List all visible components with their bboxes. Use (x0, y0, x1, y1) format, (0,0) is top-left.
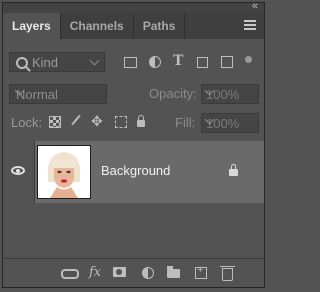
chevron-down-icon (89, 55, 100, 66)
lock-row: Lock: ✥ Fill: 100% (3, 111, 264, 135)
lock-transparent-pixels-icon[interactable] (49, 116, 61, 128)
visibility-toggle[interactable] (3, 141, 35, 203)
filter-toggle-icon[interactable] (245, 56, 252, 63)
layer-row[interactable]: Background (3, 141, 264, 203)
opacity-label: Opacity: (149, 86, 197, 101)
tab-channels[interactable]: Channels (61, 13, 134, 39)
lock-all-icon[interactable] (137, 115, 145, 127)
adjustment-layer-filter-icon[interactable] (149, 56, 161, 68)
eye-icon (11, 166, 25, 175)
new-adjustment-icon[interactable] (142, 267, 154, 279)
panel-tab-bar: Layers Channels Paths (3, 13, 264, 39)
layer-name[interactable]: Background (101, 163, 170, 178)
panel-top-strip: « (3, 0, 264, 13)
new-group-icon[interactable] (167, 266, 180, 278)
panel-menu-icon[interactable] (244, 20, 256, 30)
type-layer-filter-icon[interactable]: T (173, 53, 183, 69)
layer-thumbnail (37, 145, 91, 199)
filter-kind-dropdown[interactable]: Kind (9, 52, 105, 72)
blend-row: Normal Opacity: 100% (3, 82, 264, 106)
fill-label: Fill: (175, 115, 196, 130)
lock-position-icon[interactable]: ✥ (91, 113, 103, 130)
tab-paths[interactable]: Paths (134, 13, 186, 39)
layers-list: Background (3, 135, 264, 253)
filter-row: Kind T (3, 50, 264, 74)
shape-layer-filter-icon[interactable] (197, 57, 208, 68)
add-mask-icon[interactable] (113, 267, 126, 277)
filter-kind-label: Kind (32, 55, 59, 70)
opacity-field[interactable]: 100% (201, 84, 259, 104)
new-layer-icon[interactable] (195, 264, 207, 279)
fill-field[interactable]: 100% (201, 113, 259, 133)
delete-layer-icon[interactable] (220, 266, 235, 281)
lock-label: Lock: (11, 115, 43, 130)
collapse-panel-icon[interactable]: « (252, 0, 258, 12)
link-layers-icon[interactable] (61, 269, 79, 279)
tab-layers[interactable]: Layers (3, 13, 61, 39)
layers-bottom-toolbar: fx (3, 258, 264, 287)
blend-mode-dropdown[interactable]: Normal (9, 84, 107, 104)
layers-panel: « Layers Channels Paths Kind T Normal Op… (2, 0, 265, 288)
lock-icon (229, 164, 238, 176)
lock-image-pixels-icon[interactable] (71, 114, 81, 126)
lock-artboard-icon[interactable] (115, 116, 127, 128)
smart-object-filter-icon[interactable] (221, 56, 233, 68)
portrait-thumbnail-image (38, 146, 90, 198)
search-icon (16, 57, 28, 69)
pixel-layer-filter-icon[interactable] (124, 57, 137, 68)
layer-style-icon[interactable]: fx (89, 265, 101, 280)
